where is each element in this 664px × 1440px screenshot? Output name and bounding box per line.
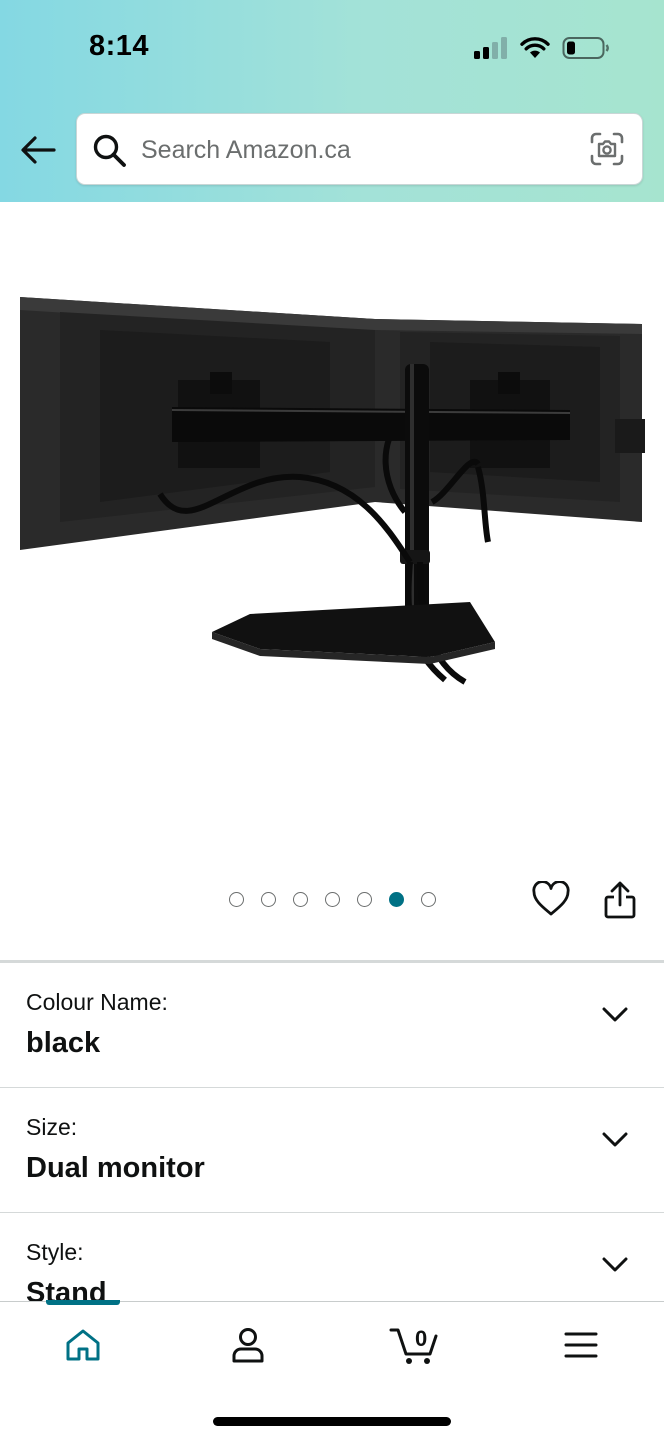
cart-count: 0 [415, 1326, 428, 1351]
top-header: 8:14 [0, 0, 664, 202]
carousel-dot[interactable] [421, 892, 436, 907]
home-indicator [213, 1417, 451, 1426]
nav-account[interactable] [208, 1320, 288, 1370]
carousel-dot[interactable] [229, 892, 244, 907]
dual-monitor-stand-image [20, 297, 645, 685]
carousel-dots [229, 892, 436, 907]
wifi-icon [520, 37, 550, 58]
nav-cart[interactable]: 0 [374, 1320, 454, 1370]
size-value: Dual monitor [26, 1152, 205, 1184]
hamburger-menu-icon [564, 1332, 598, 1358]
colour-variation-row[interactable]: Colour Name: black [0, 963, 664, 1088]
chevron-down-icon [602, 1007, 628, 1022]
size-label: Size: [26, 1114, 78, 1140]
heart-wishlist-icon[interactable] [532, 881, 570, 917]
cellular-signal-icon [474, 37, 507, 59]
status-time: 8:14 [89, 30, 150, 62]
nav-home[interactable] [43, 1320, 123, 1370]
active-tab-indicator [46, 1300, 120, 1305]
chevron-down-icon [602, 1132, 628, 1147]
carousel-dot[interactable] [357, 892, 372, 907]
carousel-dot[interactable] [293, 892, 308, 907]
search-box[interactable] [76, 113, 643, 185]
back-arrow-icon [21, 136, 56, 164]
share-icon[interactable] [602, 881, 638, 921]
search-icon [93, 134, 126, 167]
nav-menu[interactable] [541, 1320, 621, 1370]
cart-icon [389, 1328, 438, 1364]
product-image[interactable] [0, 202, 664, 862]
carousel-dot[interactable] [325, 892, 340, 907]
status-icons [474, 36, 610, 60]
battery-icon [562, 37, 609, 59]
carousel-dot-active[interactable] [389, 892, 404, 907]
camera-lens-icon[interactable] [590, 132, 624, 166]
style-label: Style: [26, 1239, 84, 1265]
chevron-down-icon [602, 1257, 628, 1272]
back-button[interactable] [18, 132, 58, 168]
home-icon [66, 1329, 100, 1361]
colour-value: black [26, 1027, 101, 1059]
carousel-dot[interactable] [261, 892, 276, 907]
colour-label: Colour Name: [26, 989, 168, 1015]
person-icon [232, 1328, 264, 1363]
search-input[interactable] [141, 130, 571, 170]
size-variation-row[interactable]: Size: Dual monitor [0, 1088, 664, 1213]
